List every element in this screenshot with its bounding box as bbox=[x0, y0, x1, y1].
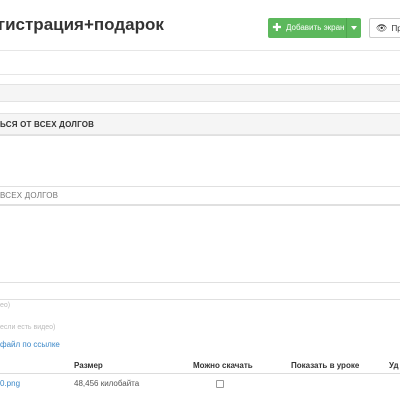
field-hint: если есть видео) bbox=[0, 324, 56, 331]
table-header-divider bbox=[0, 373, 400, 374]
preview-button[interactable]: 👁Про bbox=[369, 18, 400, 38]
chevron-down-icon bbox=[351, 26, 357, 30]
column-header-delete[interactable]: Уд bbox=[389, 361, 399, 370]
title-input[interactable]: всех долгов bbox=[0, 186, 400, 205]
field-hint: ео) bbox=[0, 302, 11, 309]
column-header-show-in-lesson[interactable]: Показать в уроке bbox=[291, 361, 359, 370]
description-textarea[interactable] bbox=[0, 135, 400, 187]
upload-by-link-link[interactable]: файл по ссылке bbox=[0, 340, 60, 349]
page-title: гистрация+подарок bbox=[0, 15, 164, 34]
add-screen-dropdown-toggle[interactable] bbox=[346, 18, 361, 38]
divider bbox=[0, 50, 400, 51]
eye-icon: 👁 bbox=[376, 23, 388, 33]
file-name-link[interactable]: 0.png bbox=[0, 379, 20, 388]
file-size: 48,456 килобайта bbox=[74, 379, 140, 388]
content-textarea[interactable] bbox=[0, 205, 400, 283]
title-input-value: всех долгов bbox=[0, 191, 59, 200]
add-screen-button[interactable]: ✚ Добавить экран bbox=[268, 18, 361, 38]
can-download-checkbox[interactable] bbox=[216, 380, 224, 388]
extra-input[interactable] bbox=[0, 282, 400, 300]
column-header-can-download[interactable]: Можно скачать bbox=[193, 361, 253, 370]
add-screen-label: Добавить экран bbox=[286, 23, 345, 32]
divider bbox=[0, 74, 400, 75]
plus-icon: ✚ bbox=[272, 22, 282, 34]
preview-label: Про bbox=[391, 24, 400, 33]
column-header-size[interactable]: Размер bbox=[74, 361, 103, 370]
collapsed-section-bar[interactable] bbox=[0, 84, 400, 102]
section-title: ься от всех долгов bbox=[0, 120, 95, 129]
